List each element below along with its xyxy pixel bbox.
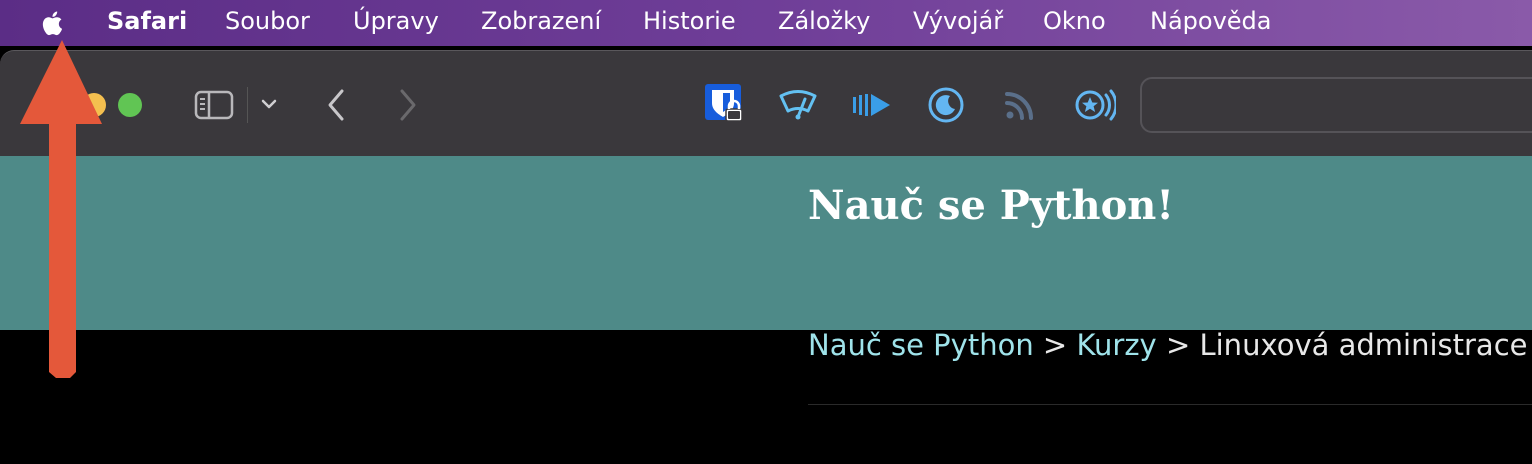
breadcrumb-link-kurzy[interactable]: Kurzy [1076, 328, 1156, 362]
breadcrumb-current: Linuxová administrace [1199, 328, 1528, 362]
zoom-button[interactable] [118, 93, 142, 117]
breadcrumb-link-home[interactable]: Nauč se Python [808, 328, 1034, 362]
menu-item-upravy[interactable]: Úpravy [353, 7, 439, 35]
apple-icon[interactable] [38, 8, 70, 38]
wipr-icon[interactable] [778, 89, 818, 121]
toolbar [0, 50, 1532, 160]
menu-item-zobrazeni[interactable]: Zobrazení [481, 7, 601, 35]
sidebar-icon[interactable] [194, 89, 234, 121]
browser-window [0, 46, 1532, 464]
divider [808, 404, 1532, 405]
menu-item-safari[interactable]: Safari [107, 7, 187, 35]
minimize-button[interactable] [82, 93, 106, 117]
menu-item-vyvojar[interactable]: Vývojář [913, 7, 1003, 35]
forward-icon[interactable] [394, 87, 422, 123]
star-radio-icon[interactable] [1074, 87, 1116, 123]
chevron-down-icon[interactable] [260, 97, 278, 111]
night-eye-icon[interactable] [926, 85, 966, 125]
menu-item-zalozky[interactable]: Záložky [778, 7, 870, 35]
rss-icon[interactable] [1004, 89, 1036, 121]
menu-item-napoveda[interactable]: Nápověda [1150, 7, 1272, 35]
menu-bar: Safari Soubor Úpravy Zobrazení Historie … [0, 0, 1532, 46]
toolbar-separator [247, 87, 248, 123]
menu-item-okno[interactable]: Okno [1043, 7, 1106, 35]
page-hero [0, 156, 1532, 330]
bitwarden-icon[interactable] [704, 83, 744, 123]
back-icon[interactable] [322, 87, 350, 123]
breadcrumb: Nauč se Python > Kurzy > Linuxová admini… [808, 328, 1528, 362]
play-forward-icon[interactable] [852, 91, 892, 119]
page-title: Nauč se Python! [808, 182, 1174, 229]
menu-item-historie[interactable]: Historie [643, 7, 736, 35]
breadcrumb-separator: > [1042, 328, 1068, 362]
menu-item-soubor[interactable]: Soubor [225, 7, 310, 35]
close-button[interactable] [44, 93, 68, 117]
address-bar[interactable] [1140, 77, 1532, 133]
breadcrumb-separator: > [1165, 328, 1191, 362]
